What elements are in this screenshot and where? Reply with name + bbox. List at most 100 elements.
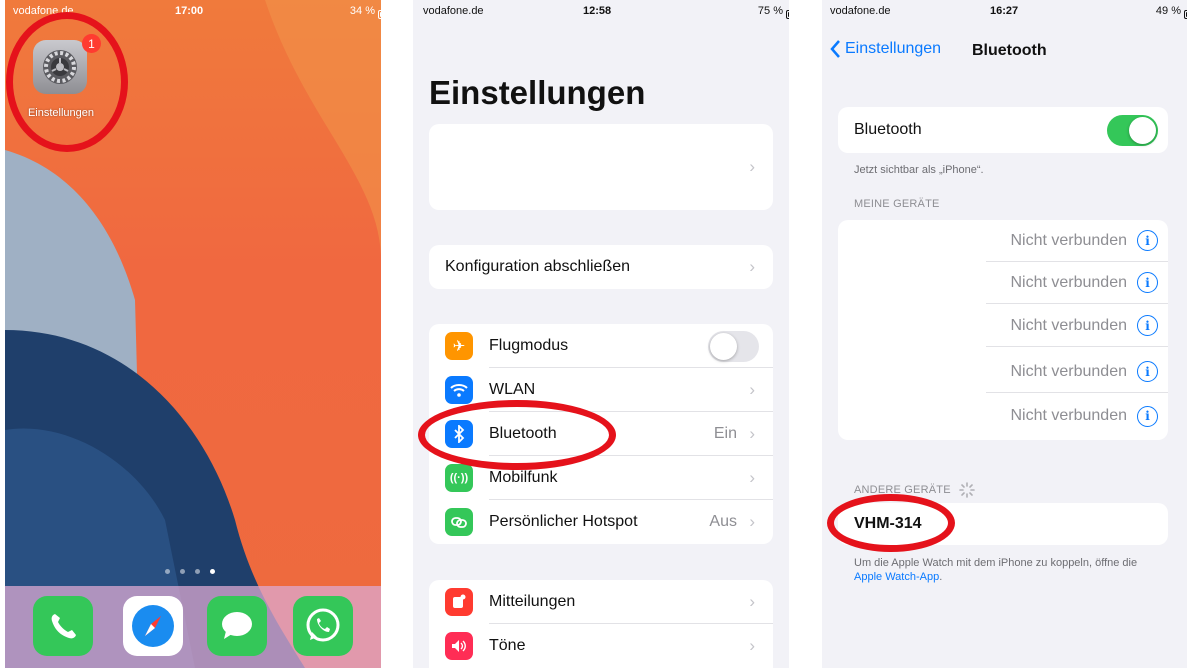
- loading-spinner-icon: [958, 482, 975, 498]
- battery-percent: 49 %: [1155, 5, 1181, 17]
- my-devices-list: Nicht verbunden i Nicht verbunden i Nicht …: [838, 220, 1168, 440]
- other-devices-label: ANDERE GERÄTE: [854, 484, 951, 496]
- carrier-label: vodafone.de: [13, 5, 74, 17]
- row-value: Ein: [713, 425, 737, 442]
- settings-row-flugmodus[interactable]: ✈ Flugmodus: [429, 324, 773, 368]
- apple-watch-app-link[interactable]: Apple Watch-App: [854, 571, 939, 583]
- settings-row-toene[interactable]: Töne ›: [429, 624, 773, 668]
- phone-icon: [51, 614, 76, 639]
- chevron-left-icon: [830, 40, 840, 58]
- info-icon[interactable]: i: [1137, 361, 1158, 382]
- home-screen: vodafone.de 17:00 34 % 1 Einstellungen: [5, 0, 381, 668]
- settings-row-mitteilungen[interactable]: Mitteilungen ›: [429, 580, 773, 624]
- antenna-icon: ((·)): [445, 464, 473, 492]
- footer-text: Um die Apple Watch mit dem iPhone zu kop…: [854, 557, 1138, 569]
- battery-indicator: 49 %: [1155, 5, 1187, 19]
- connectivity-group: ✈ Flugmodus WLAN › Bluetooth Ein › ((·))…: [429, 324, 773, 544]
- messages-app[interactable]: [207, 596, 267, 656]
- device-row[interactable]: Nicht verbunden i: [986, 220, 1168, 262]
- device-row[interactable]: Nicht verbunden i: [986, 351, 1168, 393]
- settings-row-wlan[interactable]: WLAN ›: [429, 368, 773, 412]
- gear-icon: [43, 50, 77, 84]
- apple-watch-note: Um die Apple Watch mit dem iPhone zu kop…: [854, 556, 1164, 584]
- safari-app[interactable]: [123, 596, 183, 656]
- clock: 16:27: [990, 5, 1019, 17]
- row-label: WLAN: [489, 381, 536, 398]
- airplane-icon: ✈: [445, 332, 473, 360]
- battery-percent: 34 %: [349, 5, 375, 17]
- battery-icon: [1184, 10, 1187, 19]
- clock: 17:00: [175, 5, 204, 17]
- row-value: Aus: [709, 513, 737, 530]
- page-dot: [180, 569, 185, 574]
- device-status: Nicht verbunden: [1010, 316, 1127, 334]
- carrier-label: vodafone.de: [830, 5, 891, 17]
- battery-icon: [786, 10, 789, 19]
- settings-row-hotspot[interactable]: Persönlicher Hotspot Aus ›: [429, 500, 773, 544]
- bluetooth-toggle-row: Bluetooth: [838, 107, 1168, 153]
- chevron-right-icon: ›: [749, 424, 755, 443]
- page-title: Einstellungen: [429, 74, 646, 111]
- chevron-right-icon: ›: [749, 257, 755, 276]
- device-status: Nicht verbunden: [1010, 362, 1127, 380]
- clock: 12:58: [583, 5, 612, 17]
- info-icon[interactable]: i: [1137, 272, 1158, 293]
- notifications-group: Mitteilungen › Töne ›: [429, 580, 773, 668]
- compass-icon: [132, 605, 174, 647]
- whatsapp-app[interactable]: [293, 596, 353, 656]
- row-label: Bluetooth: [489, 425, 557, 442]
- wifi-icon: [445, 376, 473, 404]
- row-label: Mitteilungen: [489, 593, 576, 610]
- chevron-right-icon: ›: [749, 468, 755, 487]
- device-name: VHM-314: [854, 515, 922, 532]
- bluetooth-toggle[interactable]: [1107, 115, 1158, 146]
- other-device-row[interactable]: VHM-314: [838, 503, 1168, 545]
- row-label: Flugmodus: [489, 337, 569, 354]
- bluetooth-screen: vodafone.de 16:27 49 % Einstellungen Blu…: [822, 0, 1187, 668]
- hotspot-icon: [445, 508, 473, 536]
- config-label: Konfiguration abschließen: [445, 258, 631, 275]
- settings-app-label: Einstellungen: [27, 107, 95, 119]
- device-status: Nicht verbunden: [1010, 231, 1127, 249]
- chevron-right-icon: ›: [749, 636, 755, 655]
- page-title: Bluetooth: [972, 42, 1047, 59]
- row-label: Töne: [489, 637, 526, 654]
- chevron-right-icon: ›: [749, 512, 755, 531]
- my-devices-header: MEINE GERÄTE: [854, 198, 940, 210]
- phone-app[interactable]: [33, 596, 93, 656]
- carrier-label: vodafone.de: [423, 5, 484, 17]
- bluetooth-label: Bluetooth: [854, 121, 922, 138]
- status-bar: vodafone.de 16:27 49 %: [822, 0, 1187, 22]
- status-bar: vodafone.de 17:00 34 %: [5, 0, 381, 22]
- back-button[interactable]: Einstellungen: [830, 40, 941, 58]
- info-icon[interactable]: i: [1137, 405, 1158, 427]
- row-label: Mobilfunk: [489, 469, 558, 486]
- notification-icon: [445, 588, 473, 616]
- device-row[interactable]: Nicht verbunden i: [986, 395, 1168, 437]
- page-indicator[interactable]: [165, 569, 215, 574]
- chevron-right-icon: ›: [749, 157, 755, 176]
- chevron-right-icon: ›: [749, 592, 755, 611]
- device-status: Nicht verbunden: [1010, 273, 1127, 291]
- device-row[interactable]: Nicht verbunden i: [986, 305, 1168, 347]
- settings-row-mobilfunk[interactable]: ((·)) Mobilfunk ›: [429, 456, 773, 500]
- bluetooth-icon: [445, 420, 473, 448]
- chevron-right-icon: ›: [749, 380, 755, 399]
- message-bubble-icon: [222, 612, 252, 639]
- settings-row-bluetooth[interactable]: Bluetooth Ein ›: [429, 412, 773, 456]
- config-row[interactable]: Konfiguration abschließen ›: [429, 245, 773, 289]
- device-row[interactable]: Nicht verbunden i: [986, 262, 1168, 304]
- page-dot: [165, 569, 170, 574]
- flugmodus-toggle[interactable]: [708, 331, 759, 362]
- notification-badge: 1: [82, 34, 101, 53]
- visibility-note: Jetzt sichtbar als „iPhone“.: [854, 164, 984, 176]
- apple-id-card[interactable]: ›: [429, 124, 773, 210]
- page-dot: [195, 569, 200, 574]
- status-bar: vodafone.de 12:58 75 %: [413, 0, 789, 22]
- info-icon[interactable]: i: [1137, 315, 1158, 336]
- battery-indicator: 75 %: [758, 5, 789, 19]
- settings-app-icon[interactable]: [33, 40, 87, 94]
- footer-end: .: [939, 571, 943, 583]
- wallpaper-shapes: [5, 0, 381, 668]
- info-icon[interactable]: i: [1137, 230, 1158, 251]
